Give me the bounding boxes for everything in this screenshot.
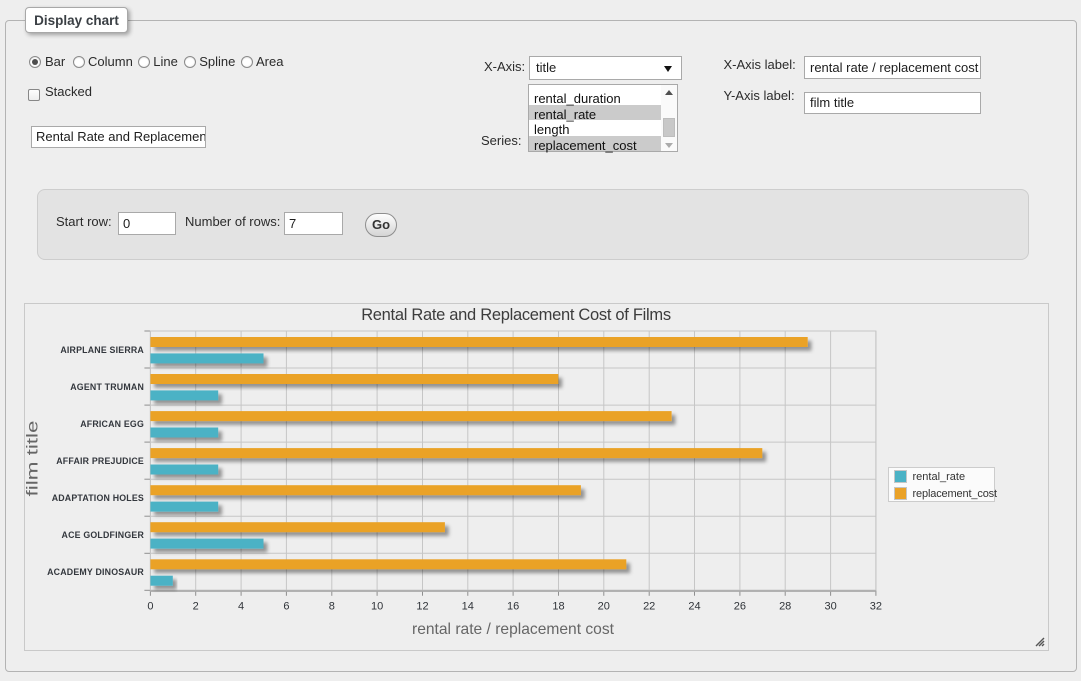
svg-text:10: 10 xyxy=(371,601,383,613)
svg-text:2: 2 xyxy=(193,601,199,613)
svg-text:6: 6 xyxy=(283,601,289,613)
svg-text:ACADEMY DINOSAUR: ACADEMY DINOSAUR xyxy=(47,567,144,577)
svg-text:AFFAIR PREJUDICE: AFFAIR PREJUDICE xyxy=(56,456,144,466)
svg-text:film title: film title xyxy=(25,420,42,496)
svg-text:0: 0 xyxy=(147,601,153,613)
svg-text:AIRPLANE SIERRA: AIRPLANE SIERRA xyxy=(60,345,144,355)
svg-text:18: 18 xyxy=(552,601,564,613)
svg-text:rental rate / replacement cost: rental rate / replacement cost xyxy=(412,621,615,638)
svg-text:16: 16 xyxy=(507,601,519,613)
svg-text:ACE GOLDFINGER: ACE GOLDFINGER xyxy=(62,530,145,540)
svg-text:ADAPTATION HOLES: ADAPTATION HOLES xyxy=(52,493,144,503)
svg-text:26: 26 xyxy=(734,601,746,613)
svg-text:AGENT TRUMAN: AGENT TRUMAN xyxy=(70,382,144,392)
svg-text:Rental Rate and Replacement Co: Rental Rate and Replacement Cost of Film… xyxy=(361,306,671,324)
svg-text:replacement_cost: replacement_cost xyxy=(913,488,998,500)
svg-text:22: 22 xyxy=(643,601,655,613)
svg-text:8: 8 xyxy=(329,601,335,613)
svg-text:28: 28 xyxy=(779,601,791,613)
svg-text:32: 32 xyxy=(870,601,882,613)
svg-text:14: 14 xyxy=(462,601,474,613)
svg-text:20: 20 xyxy=(598,601,610,613)
svg-text:30: 30 xyxy=(824,601,836,613)
svg-text:AFRICAN EGG: AFRICAN EGG xyxy=(80,419,144,429)
svg-text:rental_rate: rental_rate xyxy=(913,471,966,483)
svg-text:4: 4 xyxy=(238,601,244,613)
svg-text:12: 12 xyxy=(416,601,428,613)
svg-text:24: 24 xyxy=(688,601,700,613)
